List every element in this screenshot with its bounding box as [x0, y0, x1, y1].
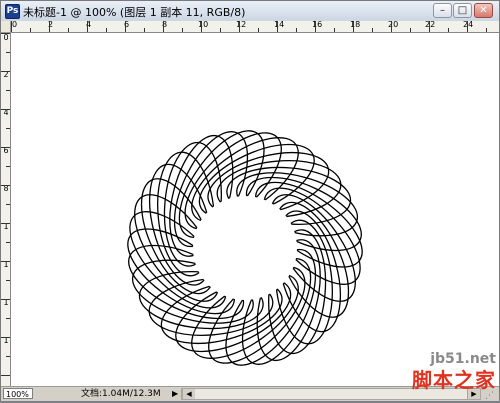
vertical-ruler[interactable]: 0 2 4 6 8 1 1 1 1 [1, 33, 11, 386]
ruler-tick [125, 21, 126, 32]
scroll-left-icon[interactable]: ◀ [182, 389, 195, 399]
title-bar[interactable]: Ps 未标题-1 @ 100% (图层 1 副本 11, RGB/8) – □ … [1, 1, 499, 22]
ruler-tick [6, 204, 10, 205]
maximize-button[interactable]: □ [453, 3, 472, 18]
ruler-tick [334, 28, 335, 32]
ruler-tick [1, 261, 10, 262]
ruler-label: 1 [3, 260, 9, 269]
ruler-label: 0 [3, 33, 9, 42]
ruler-label: 24 [463, 21, 474, 29]
ruler-tick [201, 21, 202, 32]
ruler-tick [6, 242, 10, 243]
window-title: 未标题-1 @ 100% (图层 1 副本 11, RGB/8) [23, 6, 246, 19]
ruler-tick [6, 280, 10, 281]
ruler-tick [258, 28, 259, 32]
ruler-tick [1, 185, 10, 186]
zoom-level-field[interactable]: 100% [3, 388, 33, 399]
rosette-center-hole [193, 196, 297, 300]
close-button[interactable]: ✕ [474, 3, 493, 18]
ruler-tick [1, 33, 10, 34]
ruler-tick [6, 52, 10, 53]
ruler-tick [144, 28, 145, 32]
ruler-tick [30, 28, 31, 32]
ruler-label: 0 [12, 21, 18, 29]
ruler-tick [315, 21, 316, 32]
ruler-label: 8 [3, 184, 9, 193]
ruler-origin[interactable] [1, 21, 11, 33]
ruler-tick [6, 128, 10, 129]
watermark-name: 脚本之家 [412, 368, 496, 392]
ruler-tick [1, 109, 10, 110]
ruler-tick [1, 71, 10, 72]
ruler-tick [1, 147, 10, 148]
ruler-label: 1 [3, 222, 9, 231]
ruler-tick [1, 223, 10, 224]
document-window: Ps 未标题-1 @ 100% (图层 1 副本 11, RGB/8) – □ … [0, 0, 500, 401]
photoshop-document-icon: Ps [5, 4, 20, 19]
ruler-label: 6 [3, 146, 9, 155]
ruler-tick [6, 356, 10, 357]
ruler-tick [410, 28, 411, 32]
ruler-tick [6, 318, 10, 319]
ruler-tick [11, 21, 12, 32]
ruler-label: 16 [312, 21, 323, 29]
ruler-tick [49, 21, 50, 32]
ruler-tick [1, 299, 10, 300]
ruler-tick [391, 21, 392, 32]
ruler-tick [68, 28, 69, 32]
ruler-tick [353, 21, 354, 32]
ruler-label: 22 [425, 21, 436, 29]
watermark-site: jb51.net [430, 351, 496, 367]
ruler-tick [448, 28, 449, 32]
ruler-label: 20 [388, 21, 399, 29]
site-watermark: jb51.net 脚本之家 [396, 350, 496, 398]
ruler-label: 1 [3, 298, 9, 307]
ruler-tick [239, 21, 240, 32]
ruler-tick [296, 28, 297, 32]
ruler-tick [277, 21, 278, 32]
spirograph-rosette-shape [127, 130, 363, 366]
ruler-tick [6, 90, 10, 91]
ruler-tick [6, 166, 10, 167]
ruler-label: 14 [274, 21, 285, 29]
horizontal-ruler[interactable]: 0 2 4 6 8 10 12 14 16 18 20 22 24 [11, 21, 499, 33]
ruler-label: 2 [3, 70, 9, 79]
ruler-label: 10 [198, 21, 209, 29]
ruler-tick [163, 21, 164, 32]
ruler-label: 18 [350, 21, 361, 29]
ruler-tick [106, 28, 107, 32]
document-canvas[interactable] [11, 33, 499, 386]
ruler-label: 1 [3, 336, 9, 345]
ruler-label: 12 [236, 21, 247, 29]
ruler-label: 4 [3, 108, 9, 117]
ruler-tick [429, 21, 430, 32]
ruler-tick [372, 28, 373, 32]
ruler-tick [182, 28, 183, 32]
ruler-tick [87, 21, 88, 32]
ruler-tick [220, 28, 221, 32]
ruler-tick [1, 375, 10, 376]
ruler-tick [486, 28, 487, 32]
ruler-tick [467, 21, 468, 32]
document-size-info[interactable]: 文档:1.04M/12.3M [81, 387, 161, 401]
minimize-button[interactable]: – [433, 3, 452, 18]
ruler-tick [1, 337, 10, 338]
status-menu-arrow-icon[interactable]: ▶ [172, 387, 178, 401]
